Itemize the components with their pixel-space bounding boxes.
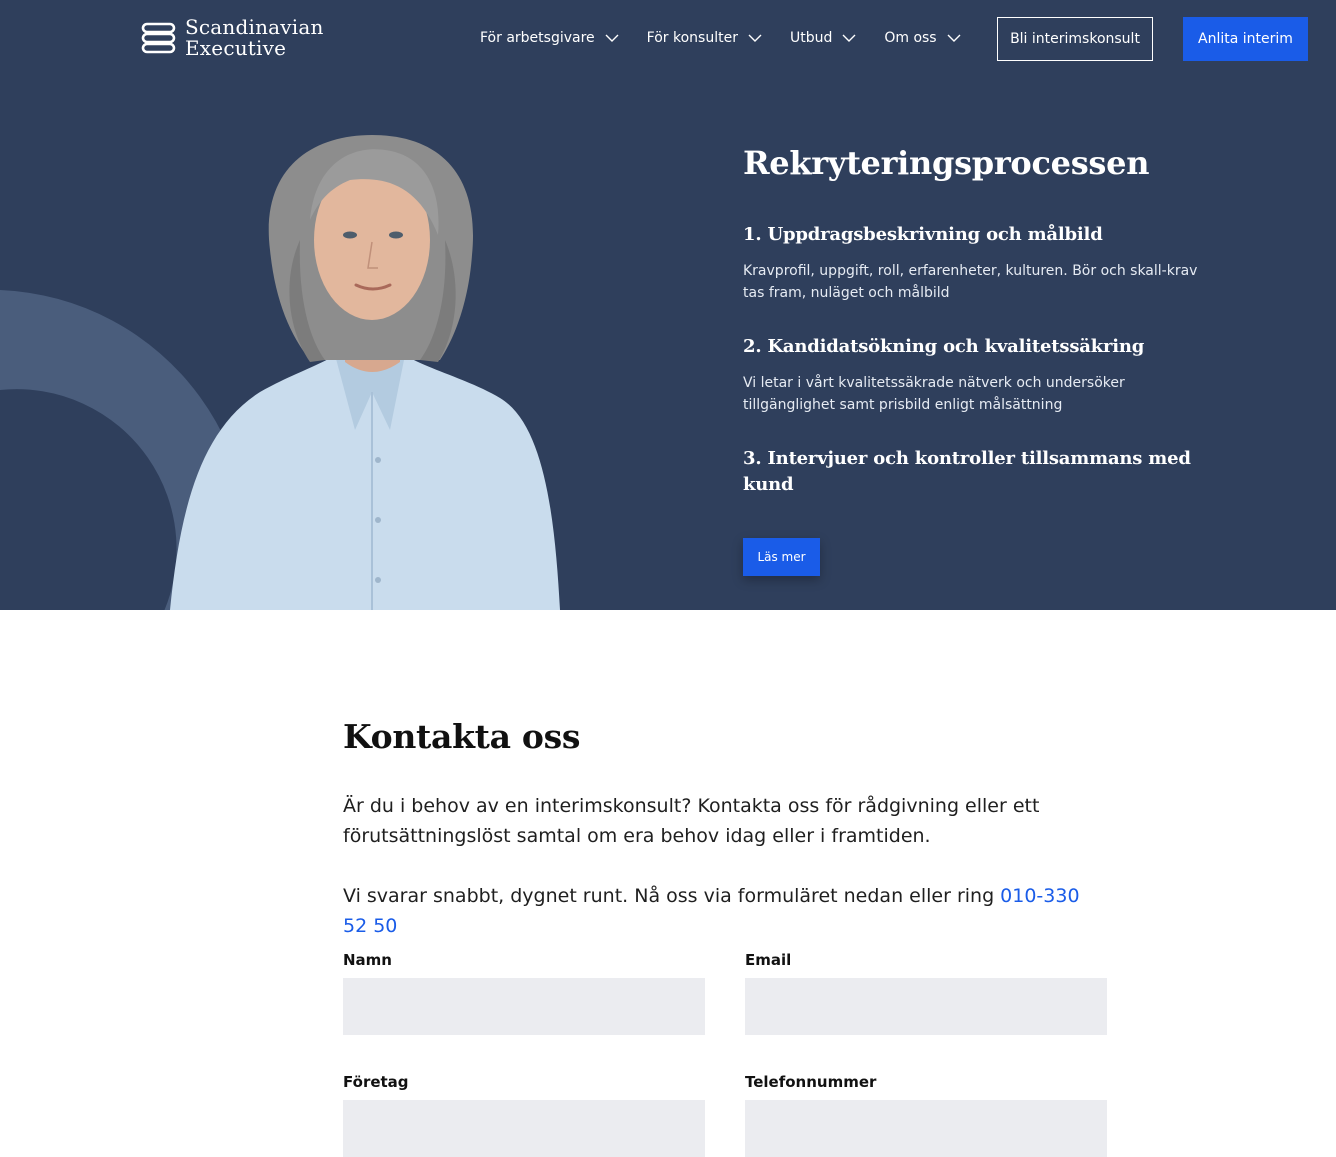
nav-item-utbud[interactable]: Utbud (790, 28, 856, 48)
process-step: 1. Uppdragsbeskrivning och målbild Kravp… (743, 222, 1213, 304)
nav-item-label: För arbetsgivare (480, 30, 595, 46)
name-label: Namn (343, 951, 392, 969)
hero-title: Rekryteringsprocessen (743, 144, 1150, 182)
phone-input[interactable] (745, 1100, 1107, 1157)
company-field-group: Företag (343, 1072, 705, 1157)
read-more-button[interactable]: Läs mer (743, 538, 820, 576)
email-label: Email (745, 951, 792, 969)
chevron-down-icon (947, 34, 961, 42)
site-header: Scandinavian Executive För arbetsgivare … (0, 0, 1336, 78)
nav-item-for-arbetsgivare[interactable]: För arbetsgivare (480, 28, 619, 48)
hero-portrait-image (170, 135, 560, 610)
phone-field-group: Telefonnummer (745, 1072, 1107, 1157)
contact-section: Kontakta oss Är du i behov av en interim… (343, 716, 1107, 1157)
contact-intro: Är du i behov av en interimskonsult? Kon… (343, 795, 1040, 847)
logo-line-1: Scandinavian (185, 15, 324, 39)
nav-item-om-oss[interactable]: Om oss (884, 28, 961, 48)
chevron-down-icon (605, 34, 619, 42)
chevron-down-icon (842, 34, 856, 42)
hire-interim-button[interactable]: Anlita interim (1183, 17, 1308, 61)
email-field-group: Email (745, 950, 1107, 1035)
nav-item-label: För konsulter (646, 30, 738, 46)
process-step: 2. Kandidatsökning och kvalitetssäkring … (743, 334, 1213, 416)
main-nav: För arbetsgivare För konsulter Utbud Om … (480, 28, 989, 48)
logo-text: Scandinavian Executive (185, 17, 324, 59)
phone-label: Telefonnummer (745, 1073, 877, 1091)
hero-section: Scandinavian Executive För arbetsgivare … (0, 0, 1336, 610)
nav-item-label: Om oss (884, 30, 937, 46)
process-step: 3. Intervjuer och kontroller tillsammans… (743, 446, 1213, 498)
logo-line-2: Executive (185, 36, 287, 60)
hero-content: Rekryteringsprocessen 1. Uppdragsbeskriv… (743, 142, 1213, 576)
nav-item-for-konsulter[interactable]: För konsulter (647, 28, 762, 48)
name-field-group: Namn (343, 950, 705, 1035)
process-step-title: 3. Intervjuer och kontroller tillsammans… (743, 448, 1191, 495)
name-input[interactable] (343, 978, 705, 1035)
process-step-description: Vi letar i vårt kvalitetssäkrade nätverk… (743, 375, 1125, 413)
nav-item-label: Utbud (789, 30, 833, 46)
process-step-title: 2. Kandidatsökning och kvalitetssäkring (743, 336, 1145, 357)
company-label: Företag (343, 1073, 409, 1091)
chevron-down-icon (748, 34, 762, 42)
become-consultant-button[interactable]: Bli interimskonsult (997, 17, 1153, 61)
email-input[interactable] (745, 978, 1107, 1035)
contact-title: Kontakta oss (343, 717, 581, 756)
contact-reach-prefix: Vi svarar snabbt, dygnet runt. Nå oss vi… (343, 885, 1001, 907)
logo[interactable]: Scandinavian Executive (141, 17, 324, 59)
process-step-title: 1. Uppdragsbeskrivning och målbild (743, 224, 1103, 245)
company-input[interactable] (343, 1100, 705, 1157)
logo-icon (141, 22, 176, 54)
contact-reach-text: Vi svarar snabbt, dygnet runt. Nå oss vi… (343, 881, 1107, 941)
process-step-description: Kravprofil, uppgift, roll, erfarenheter,… (743, 263, 1198, 301)
